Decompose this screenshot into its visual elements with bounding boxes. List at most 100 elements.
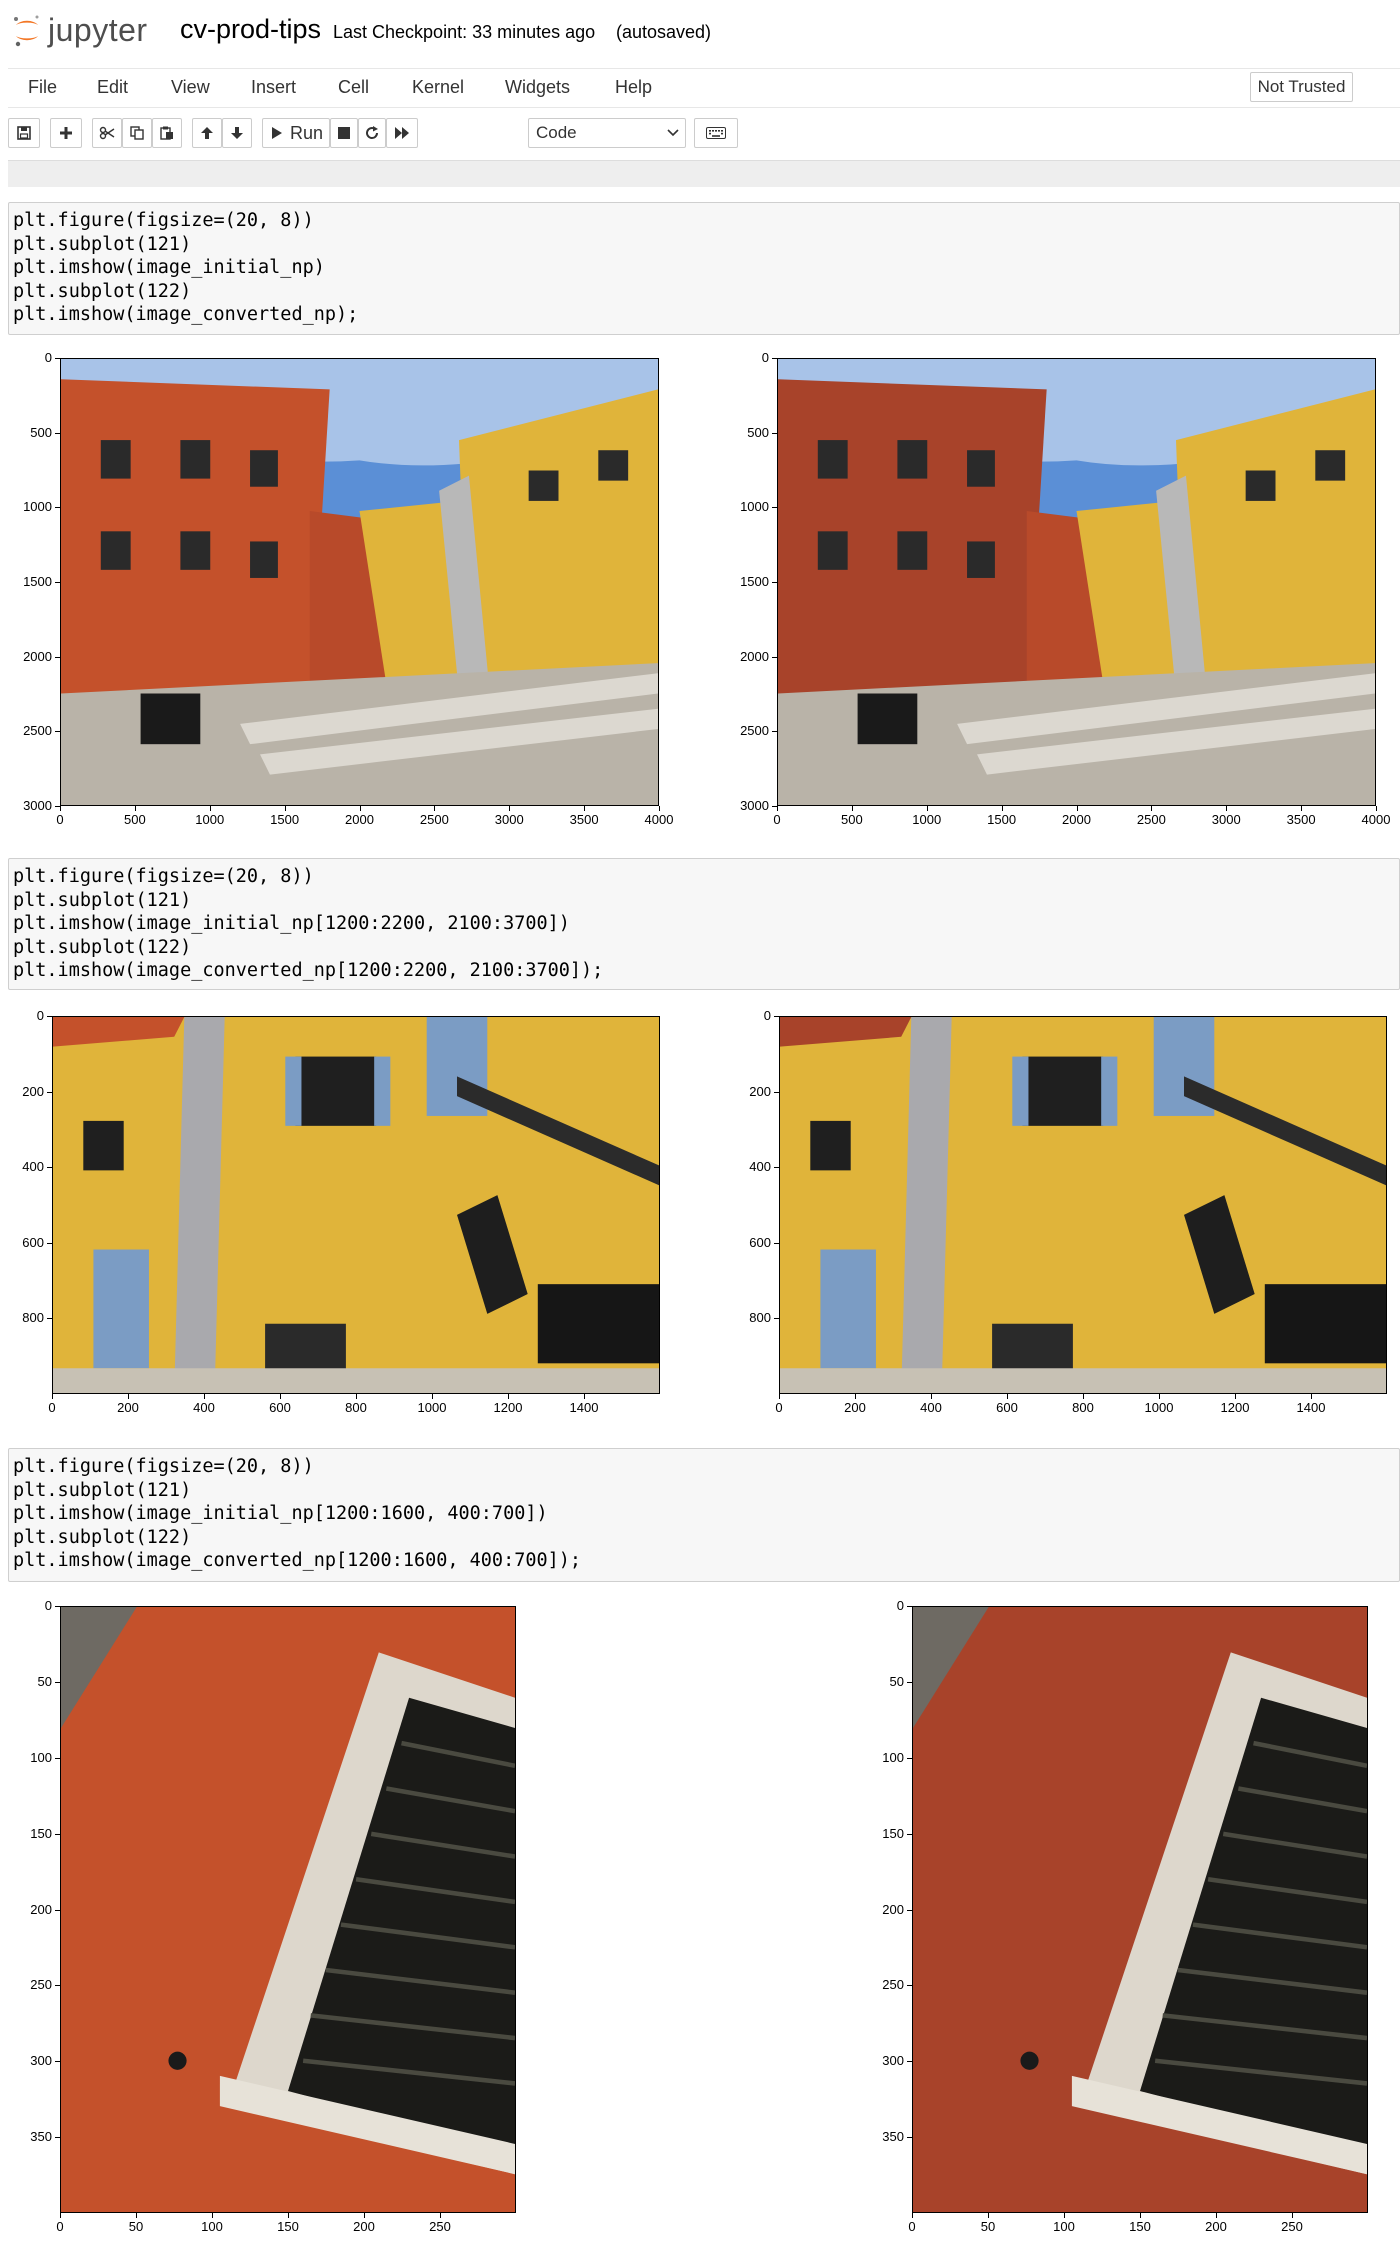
x-tick-mark [931,1394,932,1399]
y-tick-mark [55,1985,60,1987]
y-tick-mark [774,1016,779,1017]
stop-icon [338,127,350,139]
menu-cell[interactable]: Cell [338,77,369,98]
code-cell[interactable]: plt.figure(figsize=(20, 8)) plt.subplot(… [8,1448,1400,1582]
move-down-button[interactable] [222,118,252,148]
run-icon [272,127,282,139]
y-tick-label: 0 [36,1008,44,1023]
y-tick-label: 3000 [740,798,769,813]
x-tick-mark [508,1394,509,1399]
y-tick-label: 0 [896,1598,904,1613]
notebook-container-edge [8,160,1400,187]
menu-file[interactable]: File [28,77,57,98]
y-tick-mark [55,2137,60,2139]
restart-button[interactable] [358,118,386,148]
y-tick-mark [55,1606,60,1607]
x-tick-mark [584,806,586,811]
x-tick-label: 1200 [1220,1400,1250,1415]
x-tick-label: 0 [773,812,781,827]
x-tick-label: 600 [269,1400,291,1415]
x-tick-mark [1007,1394,1008,1399]
menu-widgets[interactable]: Widgets [505,77,570,98]
jupyter-logo[interactable]: jupyter [12,10,148,50]
code-input[interactable]: plt.figure(figsize=(20, 8)) plt.subplot(… [9,1449,1399,1573]
x-tick-label: 3000 [1211,812,1241,827]
x-tick-mark [851,806,853,811]
code-input[interactable]: plt.figure(figsize=(20, 8)) plt.subplot(… [9,859,1399,983]
plot-image [777,358,1376,806]
x-tick-label: 1400 [1296,1400,1326,1415]
y-tick-label: 300 [30,2053,52,2069]
x-tick-mark [60,2213,61,2218]
menu-insert[interactable]: Insert [251,77,296,98]
y-tick-label: 2500 [23,723,52,739]
y-tick-mark [907,1985,912,1987]
x-tick-label: 800 [345,1400,367,1415]
y-tick-label: 200 [22,1083,44,1099]
y-tick-mark [47,1091,52,1093]
y-tick-label: 2000 [23,648,52,664]
copy-button[interactable] [122,118,152,148]
interrupt-button[interactable] [330,118,358,148]
x-tick-mark [855,1394,856,1399]
x-tick-mark [1083,1394,1084,1399]
y-tick-mark [772,507,777,509]
run-button[interactable]: Run [262,118,330,148]
x-tick-label: 3500 [569,812,599,827]
menu-help[interactable]: Help [615,77,652,98]
x-tick-label: 4000 [644,812,674,827]
command-palette-button[interactable] [694,118,738,148]
y-tick-label: 3000 [23,798,52,813]
y-tick-label: 2000 [740,648,769,664]
x-tick-label: 500 [841,812,863,827]
y-tick-mark [55,731,60,733]
code-cell[interactable]: plt.figure(figsize=(20, 8)) plt.subplot(… [8,858,1400,990]
insert-cell-button[interactable] [50,118,82,148]
notebook-name[interactable]: cv-prod-tips [180,14,321,45]
y-tick-mark [47,1242,52,1244]
x-tick-label: 100 [201,2219,223,2234]
code-cell[interactable]: plt.figure(figsize=(20, 8)) plt.subplot(… [8,202,1400,335]
x-tick-mark [659,806,660,811]
x-tick-label: 1000 [417,1400,447,1415]
x-tick-label: 50 [128,2219,144,2234]
x-tick-label: 150 [1129,2219,1151,2234]
x-tick-mark [1151,806,1153,811]
not-trusted-button[interactable]: Not Trusted [1250,72,1353,102]
menu-view[interactable]: View [171,77,210,98]
cell-type-value: Code [536,123,577,142]
y-tick-label: 500 [30,424,52,440]
copy-icon [130,126,144,140]
cut-button[interactable] [92,118,122,148]
x-tick-label: 150 [277,2219,299,2234]
jupyter-logo-text: jupyter [48,11,148,48]
restart-icon [366,126,379,139]
fast-forward-icon [395,127,409,139]
y-tick-mark [47,1318,52,1320]
x-tick-mark [912,2213,913,2218]
run-all-button[interactable] [386,118,418,148]
paste-button[interactable] [152,118,182,148]
menu-kernel[interactable]: Kernel [412,77,464,98]
menu-edit[interactable]: Edit [97,77,128,98]
x-tick-label: 200 [117,1400,139,1415]
y-tick-mark [907,1909,912,1911]
x-tick-mark [60,806,61,811]
y-tick-label: 200 [749,1083,771,1099]
x-tick-mark [284,806,286,811]
x-tick-mark [432,1394,433,1399]
chevron-down-icon [667,129,679,137]
x-tick-mark [1064,2213,1065,2218]
cell-type-select[interactable]: Code [528,118,686,148]
x-tick-mark [134,806,136,811]
y-tick-mark [774,1242,779,1244]
y-tick-label: 1000 [23,499,52,515]
x-tick-mark [434,806,436,811]
code-input[interactable]: plt.figure(figsize=(20, 8)) plt.subplot(… [9,203,1399,327]
arrow-down-icon [231,127,243,139]
x-tick-mark [136,2213,137,2218]
move-up-button[interactable] [192,118,222,148]
save-button[interactable] [8,118,40,148]
y-tick-label: 600 [749,1234,771,1250]
y-tick-mark [55,1909,60,1911]
